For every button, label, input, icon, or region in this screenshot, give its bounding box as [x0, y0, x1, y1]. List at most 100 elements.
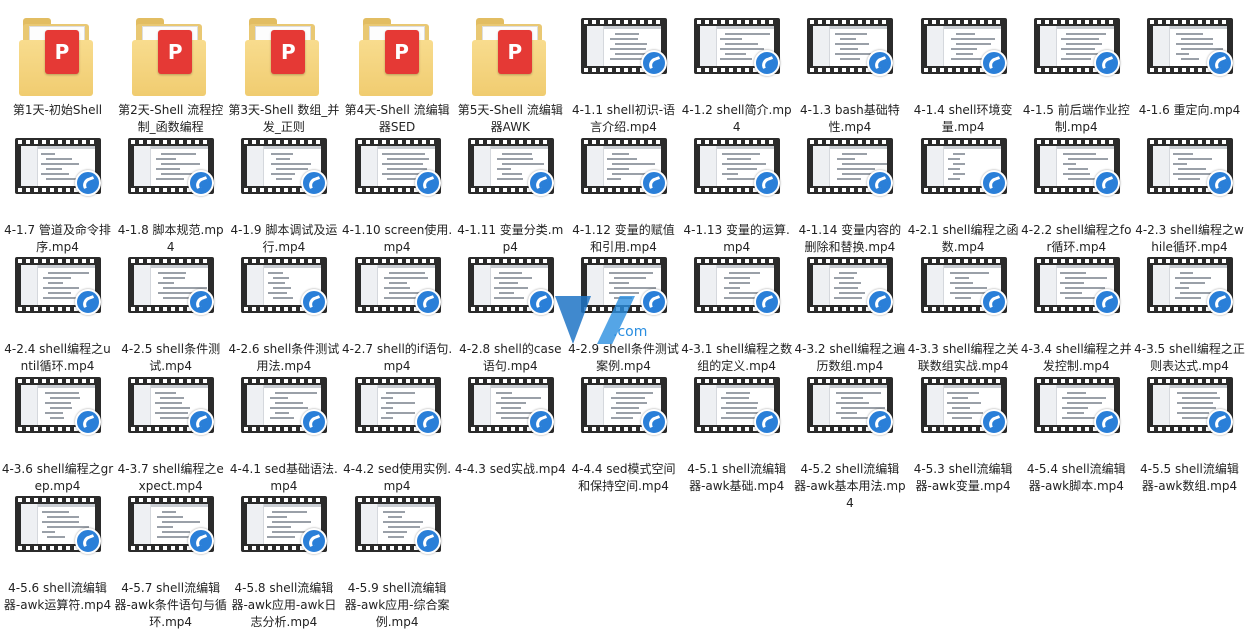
video-file-item[interactable]: 4-5.2 shell流编辑器-awk基本用法.mp4: [793, 367, 906, 510]
video-file-item[interactable]: 4-5.4 shell流编辑器-awk脚本.mp4: [1020, 367, 1133, 493]
folder-item[interactable]: P 第1天-初始Shell: [1, 8, 114, 126]
video-thumbnail-icon: [807, 134, 894, 220]
file-label: 4-5.9 shell流编辑器-awk应用-综合案例.mp4: [344, 581, 450, 629]
video-file-item[interactable]: 4-1.2 shell简介.mp4: [680, 8, 793, 134]
video-file-item[interactable]: 4-5.1 shell流编辑器-awk基础.mp4: [680, 367, 793, 493]
file-label: 4-4.4 sed模式空间和保持空间.mp4: [571, 461, 676, 493]
play-overlay-icon: [1093, 408, 1120, 435]
video-file-item[interactable]: 4-4.3 sed实战.mp4: [454, 367, 567, 485]
video-file-item[interactable]: 4-3.2 shell编程之遍历数组.mp4: [793, 247, 906, 373]
play-overlay-icon: [1093, 289, 1120, 315]
play-overlay-icon: [980, 408, 1007, 435]
video-thumbnail-icon: [241, 492, 328, 578]
video-thumbnail-icon: [1147, 373, 1233, 459]
video-file-item[interactable]: 4-2.8 shell的case语句.mp4: [454, 247, 567, 373]
video-file-item[interactable]: 4-2.3 shell编程之while循环.mp4: [1133, 128, 1246, 254]
play-overlay-icon: [1093, 50, 1120, 76]
video-file-item[interactable]: 4-4.2 sed使用实例.mp4: [341, 367, 454, 493]
video-thumbnail-icon: [241, 373, 328, 459]
video-thumbnail-icon: [694, 134, 781, 220]
video-file-item[interactable]: 4-5.9 shell流编辑器-awk应用-综合案例.mp4: [341, 486, 454, 629]
folder-item[interactable]: P 第3天-Shell 数组_并发_正则: [227, 8, 340, 134]
video-file-item[interactable]: 4-3.7 shell编程之expect.mp4: [114, 367, 227, 493]
file-label: 4-4.3 sed实战.mp4: [454, 461, 566, 476]
video-file-item[interactable]: 4-3.1 shell编程之数组的定义.mp4: [680, 247, 793, 373]
video-file-item[interactable]: 4-1.6 重定向.mp4: [1133, 8, 1246, 126]
folder-pdf-icon: P: [15, 14, 101, 100]
play-overlay-icon: [980, 289, 1007, 315]
file-grid: P 第1天-初始Shell P 第2天-Shell 流程控制_函数编程 P 第3天-She…: [0, 0, 1254, 633]
video-thumbnail-icon: [15, 492, 101, 578]
video-thumbnail-icon: [581, 373, 667, 459]
play-overlay-icon: [754, 408, 781, 435]
video-file-item[interactable]: 4-3.5 shell编程之正则表达式.mp4: [1133, 247, 1246, 373]
play-overlay-icon: [641, 169, 667, 196]
play-overlay-icon: [414, 169, 441, 196]
video-file-item[interactable]: 4-3.4 shell编程之并发控制.mp4: [1020, 247, 1133, 373]
video-file-item[interactable]: 4-2.9 shell条件测试案例.mp4: [567, 247, 680, 373]
file-label: 4-5.7 shell流编辑器-awk条件语句与循环.mp4: [114, 581, 227, 629]
file-label: 4-5.4 shell流编辑器-awk脚本.mp4: [1026, 461, 1126, 493]
video-file-item[interactable]: 4-1.13 变量的运算.mp4: [680, 128, 793, 254]
video-thumbnail-icon: [1033, 134, 1120, 220]
play-overlay-icon: [188, 169, 215, 196]
video-file-item[interactable]: 4-4.4 sed模式空间和保持空间.mp4: [567, 367, 680, 493]
play-overlay-icon: [188, 408, 215, 435]
video-file-item[interactable]: 4-5.6 shell流编辑器-awk运算符.mp4: [1, 486, 114, 612]
play-overlay-icon: [980, 169, 1007, 196]
play-overlay-icon: [301, 169, 328, 196]
play-overlay-icon: [414, 528, 441, 554]
play-overlay-icon: [414, 408, 441, 435]
video-thumbnail-icon: [694, 373, 781, 459]
video-thumbnail-icon: [694, 14, 781, 100]
video-file-item[interactable]: 4-2.5 shell条件测试.mp4: [114, 247, 227, 373]
video-file-item[interactable]: 4-1.5 前后端作业控制.mp4: [1020, 8, 1133, 134]
video-thumbnail-icon: [581, 134, 667, 220]
video-file-item[interactable]: 4-2.1 shell编程之函数.mp4: [907, 128, 1020, 254]
video-file-item[interactable]: 4-1.4 shell环境变量.mp4: [907, 8, 1020, 134]
video-file-item[interactable]: 4-5.8 shell流编辑器-awk应用-awk日志分析.mp4: [227, 486, 340, 629]
video-thumbnail-icon: [15, 134, 101, 220]
play-overlay-icon: [1207, 289, 1233, 315]
play-overlay-icon: [867, 169, 894, 196]
folder-pdf-icon: P: [128, 14, 214, 100]
video-file-item[interactable]: 4-2.2 shell编程之for循环.mp4: [1020, 128, 1133, 254]
play-overlay-icon: [414, 289, 441, 315]
video-file-item[interactable]: 4-1.14 变量内容的删除和替换.mp4: [793, 128, 906, 254]
video-file-item[interactable]: 4-1.12 变量的赋值和引用.mp4: [567, 128, 680, 254]
video-file-item[interactable]: 4-2.7 shell的if语句.mp4: [341, 247, 454, 373]
play-overlay-icon: [75, 528, 101, 554]
video-file-item[interactable]: 4-1.3 bash基础特性.mp4: [793, 8, 906, 134]
file-label: 4-1.6 重定向.mp4: [1138, 103, 1241, 117]
video-file-item[interactable]: 4-1.11 变量分类.mp4: [454, 128, 567, 254]
video-file-item[interactable]: 4-5.3 shell流编辑器-awk变量.mp4: [907, 367, 1020, 493]
video-thumbnail-icon: [128, 373, 215, 459]
play-overlay-icon: [301, 408, 328, 435]
play-overlay-icon: [1093, 169, 1120, 196]
video-file-item[interactable]: 4-5.7 shell流编辑器-awk条件语句与循环.mp4: [114, 486, 227, 629]
video-file-item[interactable]: 4-1.8 脚本规范.mp4: [114, 128, 227, 254]
video-file-item[interactable]: 4-3.6 shell编程之grep.mp4: [1, 367, 114, 493]
video-thumbnail-icon: [15, 253, 101, 339]
video-file-item[interactable]: 4-1.9 脚本调试及运行.mp4: [227, 128, 340, 254]
video-thumbnail-icon: [807, 373, 894, 459]
video-file-item[interactable]: 4-2.4 shell编程之until循环.mp4: [1, 247, 114, 373]
folder-item[interactable]: P 第4天-Shell 流编辑器SED: [341, 8, 454, 134]
file-label: 第1天-初始Shell: [12, 103, 103, 117]
video-file-item[interactable]: 4-5.5 shell流编辑器-awk数组.mp4: [1133, 367, 1246, 493]
video-thumbnail-icon: [581, 14, 667, 100]
video-file-item[interactable]: 4-1.1 shell初识-语言介绍.mp4: [567, 8, 680, 134]
video-thumbnail-icon: [128, 492, 215, 578]
video-file-item[interactable]: 4-2.6 shell条件测试用法.mp4: [227, 247, 340, 373]
folder-item[interactable]: P 第2天-Shell 流程控制_函数编程: [114, 8, 227, 134]
folder-item[interactable]: P 第5天-Shell 流编辑器AWK: [454, 8, 567, 134]
video-thumbnail-icon: [467, 373, 554, 459]
video-file-item[interactable]: 4-4.1 sed基础语法.mp4: [227, 367, 340, 493]
video-file-item[interactable]: 4-3.3 shell编程之关联数组实战.mp4: [907, 247, 1020, 373]
video-thumbnail-icon: [581, 253, 667, 339]
play-overlay-icon: [527, 408, 554, 435]
video-file-item[interactable]: 4-1.7 管道及命令排序.mp4: [1, 128, 114, 254]
video-thumbnail-icon: [920, 14, 1007, 100]
video-thumbnail-icon: [1147, 14, 1233, 100]
video-file-item[interactable]: 4-1.10 screen使用.mp4: [341, 128, 454, 254]
